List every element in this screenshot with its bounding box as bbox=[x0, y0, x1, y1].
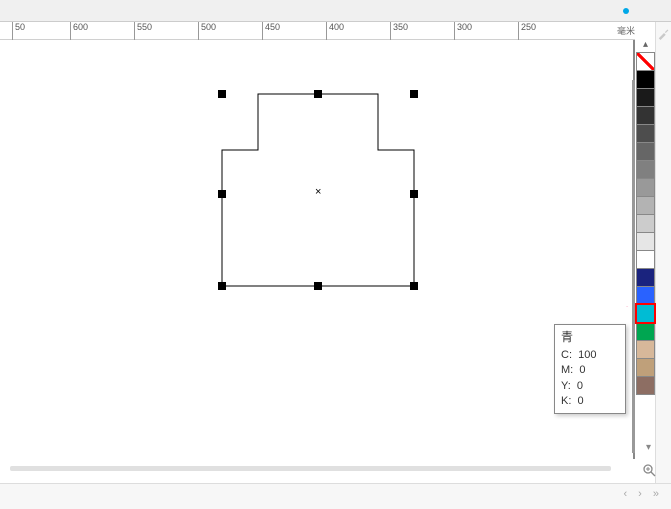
swatch-gray20[interactable] bbox=[636, 214, 655, 233]
ruler-tick: 550 bbox=[134, 22, 152, 40]
resize-handle-nw[interactable] bbox=[218, 90, 226, 98]
page-nav-arrows[interactable]: ‹ › » bbox=[623, 488, 663, 500]
resize-handle-se[interactable] bbox=[410, 282, 418, 290]
zoom-icon[interactable] bbox=[641, 463, 659, 481]
annotation-arrow-icon bbox=[597, 305, 637, 307]
resize-handle-w[interactable] bbox=[218, 190, 226, 198]
swatch-gray90[interactable] bbox=[636, 88, 655, 107]
swatch-tan1[interactable] bbox=[636, 340, 655, 359]
swatch-cyan[interactable] bbox=[636, 304, 655, 323]
tooltip-m: M: 0 bbox=[561, 363, 619, 378]
color-palette: ▴ bbox=[636, 40, 655, 394]
swatch-gray60[interactable] bbox=[636, 142, 655, 161]
swatch-gray30[interactable] bbox=[636, 196, 655, 215]
horizontal-ruler[interactable]: 50 600 550 500 450 400 350 300 250 bbox=[0, 22, 635, 40]
selected-shape[interactable]: × bbox=[218, 90, 418, 290]
ruler-tick: 350 bbox=[390, 22, 408, 40]
swatch-blue[interactable] bbox=[636, 286, 655, 305]
swatch-green[interactable] bbox=[636, 322, 655, 341]
swatch-tan2[interactable] bbox=[636, 358, 655, 377]
ruler-unit-label: 毫米 bbox=[617, 24, 635, 37]
canvas[interactable]: × bbox=[0, 40, 635, 459]
tooltip-color-name: 青 bbox=[561, 329, 619, 346]
resize-handle-sw[interactable] bbox=[218, 282, 226, 290]
ruler-tick: 50 bbox=[12, 22, 25, 40]
resize-handle-s[interactable] bbox=[314, 282, 322, 290]
swatch-white[interactable] bbox=[636, 250, 655, 269]
swatch-brown[interactable] bbox=[636, 376, 655, 395]
swatch-gray70[interactable] bbox=[636, 124, 655, 143]
palette-scroll-down-icon[interactable]: ▾ bbox=[646, 442, 651, 453]
ruler-tick: 600 bbox=[70, 22, 88, 40]
swatch-none[interactable] bbox=[636, 52, 655, 71]
horizontal-scrollbar[interactable] bbox=[10, 466, 611, 471]
swatch-darkblue[interactable] bbox=[636, 268, 655, 287]
swatch-gray10[interactable] bbox=[636, 232, 655, 251]
toolbar-indicator bbox=[623, 8, 629, 14]
status-bar: ‹ › » bbox=[0, 483, 671, 509]
tooltip-y: Y: 0 bbox=[561, 379, 619, 394]
swatch-black[interactable] bbox=[636, 70, 655, 89]
ruler-tick: 450 bbox=[262, 22, 280, 40]
top-toolbar bbox=[0, 0, 671, 22]
swatch-gray50[interactable] bbox=[636, 160, 655, 179]
swatch-gray80[interactable] bbox=[636, 106, 655, 125]
vertical-scrollbar[interactable] bbox=[632, 80, 635, 453]
tooltip-c: C: 100 bbox=[561, 348, 619, 363]
ruler-tick: 250 bbox=[518, 22, 536, 40]
center-marker-icon: × bbox=[315, 186, 321, 198]
palette-scroll-up-icon[interactable]: ▴ bbox=[636, 40, 655, 52]
resize-handle-e[interactable] bbox=[410, 190, 418, 198]
color-tooltip: 青 C: 100 M: 0 Y: 0 K: 0 bbox=[554, 324, 626, 414]
ruler-tick: 400 bbox=[326, 22, 344, 40]
right-tool-column bbox=[655, 22, 671, 509]
resize-handle-n[interactable] bbox=[314, 90, 322, 98]
ruler-tick: 300 bbox=[454, 22, 472, 40]
ruler-tick: 500 bbox=[198, 22, 216, 40]
resize-handle-ne[interactable] bbox=[410, 90, 418, 98]
swatch-gray40[interactable] bbox=[636, 178, 655, 197]
tooltip-k: K: 0 bbox=[561, 394, 619, 409]
eyedropper-icon[interactable] bbox=[657, 26, 671, 40]
